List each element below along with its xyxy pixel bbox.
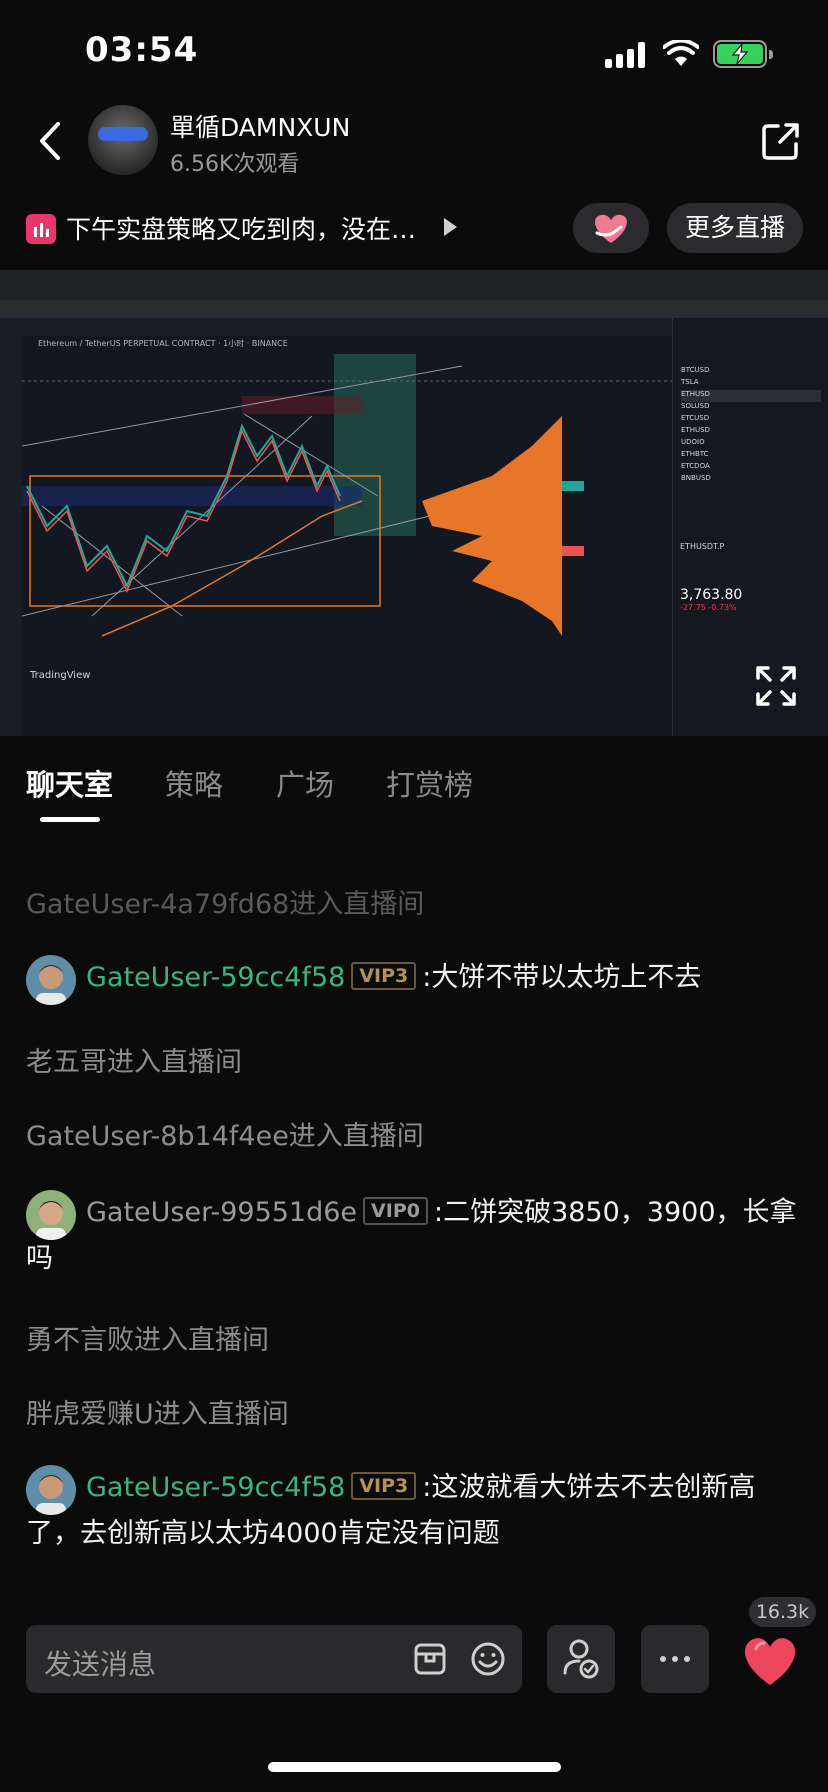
detail-pair: ETHUSDT.P	[680, 542, 725, 551]
watchlist-item: ETHBTC	[681, 450, 709, 458]
watchlist-item: BNBUSD	[681, 474, 711, 482]
price-chart	[22, 354, 672, 637]
browser-address-bar	[0, 300, 828, 318]
vip-badge: VIP0	[363, 1197, 428, 1225]
status-time: 03:54	[85, 30, 199, 70]
tab-chat[interactable]: 聊天室	[26, 762, 113, 804]
share-icon[interactable]	[760, 120, 802, 162]
tradingview-logo: TradingView	[30, 670, 91, 681]
vip-badge: VIP3	[351, 962, 417, 990]
chat-system-message: 勇不言败进入直播间	[26, 1325, 269, 1356]
chat-message: GateUser-59cc4f58 VIP3:大饼不带以太坊上不去	[26, 955, 802, 1005]
watchlist-item: ETHUSD	[681, 390, 821, 402]
chat-username[interactable]: GateUser-59cc4f58	[86, 962, 345, 993]
user-check-button[interactable]	[547, 1625, 615, 1693]
host-name[interactable]: 單循DAMNXUN	[170, 108, 350, 144]
heart-hand-icon	[595, 214, 627, 243]
user-avatar[interactable]	[26, 955, 76, 1005]
tab-square[interactable]: 广场	[276, 762, 334, 804]
chat-username[interactable]: GateUser-99551d6e	[86, 1197, 357, 1228]
more-options-button[interactable]	[641, 1625, 709, 1693]
user-avatar[interactable]	[26, 1465, 76, 1515]
watchlist-panel: BTCUSD TSLA ETHUSD SOLUSD ETCUSD ETHUSD …	[672, 318, 828, 736]
watchlist-item: UDOIO	[681, 438, 705, 446]
watchlist-item: ETCUSD	[681, 414, 710, 422]
chat-text: :大饼不带以太坊上不去	[422, 962, 702, 993]
cellular-signal-icon	[605, 42, 647, 68]
tab-tip-ranking[interactable]: 打赏榜	[386, 762, 473, 804]
stream-title[interactable]: 下午实盘策略又吃到肉，没在…	[66, 210, 416, 246]
status-bar: 03:54	[0, 0, 828, 100]
live-badge-icon	[26, 214, 56, 244]
more-dots-icon	[660, 1656, 690, 1662]
chat-message: GateUser-99551d6e VIP0:二饼突破3850，3900，长拿吗	[26, 1190, 802, 1282]
vip-badge: VIP3	[351, 1472, 417, 1500]
tab-strategy[interactable]: 策略	[165, 762, 223, 804]
wifi-icon	[663, 40, 699, 66]
heart-hand-button[interactable]	[573, 203, 649, 253]
view-count: 6.56K次观看	[170, 152, 300, 177]
detail-change: -27.75 -0.73%	[680, 603, 737, 612]
chat-system-message: 胖虎爱赚U进入直播间	[26, 1399, 289, 1430]
watchlist-item: ETCDOA	[681, 462, 710, 470]
user-check-icon	[563, 1639, 599, 1679]
host-avatar[interactable]	[88, 105, 158, 175]
active-tab-indicator	[40, 817, 100, 822]
play-arrow-icon[interactable]	[444, 218, 457, 236]
chat-system-message: GateUser-4a79fd68进入直播间	[26, 889, 425, 920]
video-player[interactable]: Ethereum / TetherUS PERPETUAL CONTRACT ·…	[0, 270, 828, 736]
watchlist-item: TSLA	[681, 378, 699, 386]
symbol-detail: ETHUSDT.P 3,763.80 -27.75 -0.73%	[680, 542, 820, 612]
user-avatar[interactable]	[26, 1190, 76, 1240]
like-heart-icon[interactable]	[736, 1625, 804, 1693]
chat-username[interactable]: GateUser-59cc4f58	[86, 1472, 345, 1503]
emoji-icon[interactable]	[470, 1641, 506, 1677]
more-live-button[interactable]: 更多直播	[667, 203, 803, 253]
chat-system-message: GateUser-8b14f4ee进入直播间	[26, 1121, 424, 1152]
message-input-placeholder: 发送消息	[44, 1648, 157, 1681]
drawing-toolbar	[0, 318, 22, 736]
back-button[interactable]	[30, 118, 70, 164]
browser-tab-bar	[0, 270, 828, 300]
fullscreen-icon[interactable]	[754, 664, 798, 708]
chat-message: GateUser-59cc4f58 VIP3:这波就看大饼去不去创新高了，去创新高…	[26, 1465, 802, 1557]
home-indicator[interactable]	[268, 1762, 561, 1772]
watchlist-item: SOLUSD	[681, 402, 710, 410]
gift-box-icon[interactable]	[412, 1641, 448, 1677]
battery-icon	[713, 40, 773, 68]
watchlist-item: ETHUSD	[681, 426, 710, 434]
chart-toolbar	[22, 318, 672, 336]
chat-system-message: 老五哥进入直播间	[26, 1047, 242, 1078]
message-input[interactable]: 发送消息	[26, 1625, 522, 1693]
watchlist-item: BTCUSD	[681, 366, 710, 374]
detail-price: 3,763.80	[680, 587, 743, 603]
like-count-badge: 16.3k	[749, 1597, 816, 1627]
